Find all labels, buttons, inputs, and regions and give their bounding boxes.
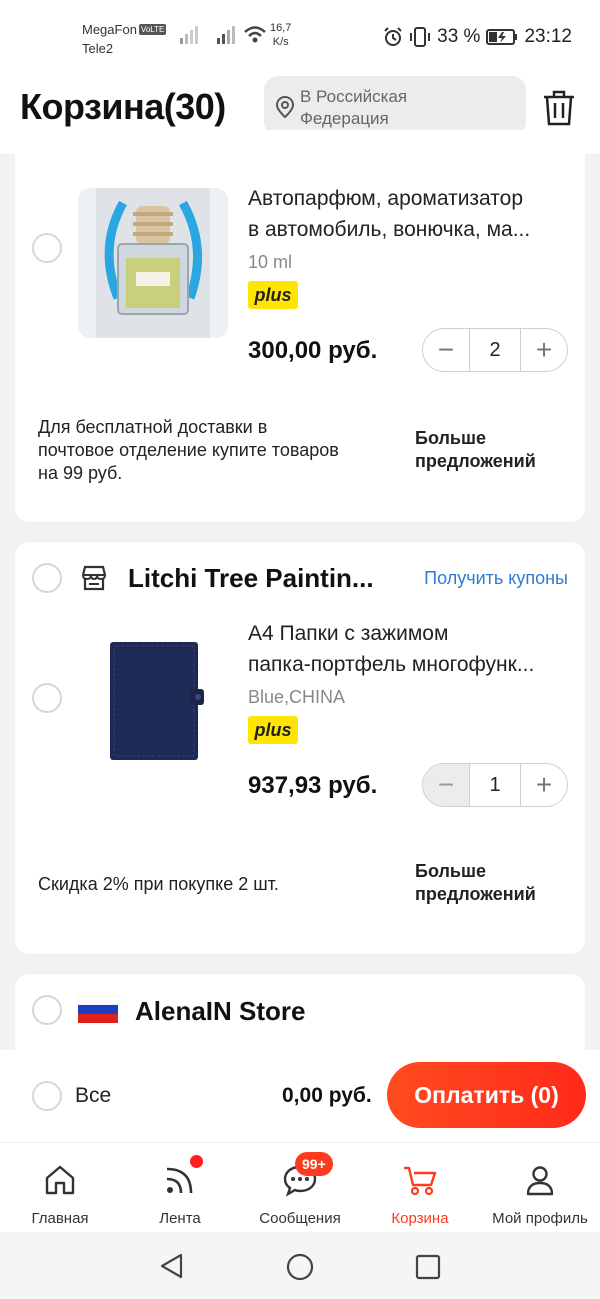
home-icon [45,1165,75,1195]
store-name[interactable]: Litchi Tree Paintin... [128,563,374,594]
quantity-value[interactable]: 1 [469,764,521,806]
tab-profile[interactable]: Мой профиль [480,1143,600,1232]
product-variant[interactable]: 10 ml [248,252,292,273]
vibrate-icon [410,27,431,47]
recents-icon[interactable] [414,1253,442,1281]
alarm-icon [384,27,402,46]
product-variant[interactable]: Blue,CHINA [248,687,345,708]
product-checkbox[interactable] [32,683,62,713]
system-nav-bar [0,1232,600,1299]
product-checkbox[interactable] [32,233,62,263]
car-perfume-image [78,188,228,338]
product-price: 300,00 руб. [248,337,378,364]
discount-promo: Скидка 2% при покупке 2 шт. [38,874,279,894]
quantity-stepper: − 2 + [422,328,568,372]
messages-badge: 99+ [295,1152,333,1176]
carrier-1: MegaFon [82,22,137,37]
more-offers-link[interactable]: Больше предложений [415,427,536,473]
total-price: 0,00 руб. [282,1084,372,1107]
quantity-value[interactable]: 2 [469,329,521,371]
store-icon [81,565,107,591]
quantity-stepper: − 1 + [422,763,568,807]
select-all-label[interactable]: Все [75,1084,111,1108]
product-image[interactable] [78,188,228,338]
pay-button[interactable]: Оплатить (0) [387,1062,586,1128]
product-price: 937,93 руб. [248,772,378,799]
store-checkbox[interactable] [32,563,62,593]
product-name[interactable]: A4 Папки с зажимом папка-портфель многоф… [248,618,573,680]
free-delivery-promo: Для бесплатной доставки в почтовое отдел… [38,417,339,483]
plus-badge: plus [248,716,298,744]
profile-icon [526,1166,554,1196]
plus-badge: plus [248,281,298,309]
carrier-2: Tele2 [82,41,114,56]
increase-button[interactable]: + [521,329,567,371]
tab-home[interactable]: Главная [0,1143,120,1232]
store-name[interactable]: AlenaIN Store [135,996,306,1027]
increase-button[interactable]: + [521,764,567,806]
feed-notification-dot [190,1155,203,1168]
battery-icon [486,29,518,45]
decrease-button[interactable]: − [423,329,469,371]
store-card-1: Автопарфюм, ароматизатор в автомобиль, в… [15,130,585,522]
carriers: MegaFon VoLTE Tele2 [82,20,167,58]
bottom-tab-bar: Главная Лента Сообщения Корзина Мой проф… [0,1142,600,1232]
folder-image [110,642,204,760]
more-offers-link[interactable]: Больше предложений [415,860,536,906]
checkout-bar: Все 0,00 руб. Оплатить (0) [0,1050,600,1142]
location-pin-icon [276,96,294,118]
select-all-checkbox[interactable] [32,1081,62,1111]
page-title: Корзина(30) [20,86,226,127]
battery-percent: 33 % [437,26,481,47]
location-selector[interactable]: В Российская Федерация [264,76,526,136]
home-nav-icon[interactable] [285,1252,315,1282]
wifi-icon [244,26,266,43]
decrease-button[interactable]: − [423,764,469,806]
tab-feed[interactable]: Лента [120,1143,240,1232]
product-name[interactable]: Автопарфюм, ароматизатор в автомобиль, в… [248,183,573,245]
feed-icon [166,1167,193,1194]
location-text: В Российская Федерация [300,87,408,128]
tab-cart[interactable]: Корзина [360,1143,480,1232]
clock: 23:12 [524,26,572,47]
store-card-2: Litchi Tree Paintin... Получить купоны A… [15,542,585,954]
store-checkbox[interactable] [32,995,62,1025]
cart-icon [404,1166,437,1196]
product-image[interactable] [78,624,228,774]
back-icon[interactable] [158,1252,186,1280]
russia-flag-icon [78,996,118,1023]
signal-icon-2 [217,26,235,44]
delete-icon[interactable] [542,90,576,126]
signal-icon [180,26,198,44]
status-right: 33 % 23:12 [383,26,572,48]
status-bar: MegaFon VoLTE Tele2 16,7 K/s 33 % 23:12 [0,0,600,70]
get-coupons-link[interactable]: Получить купоны [424,568,568,589]
volte-badge: VoLTE [138,24,167,35]
net-speed: 16,7 K/s [270,22,292,48]
